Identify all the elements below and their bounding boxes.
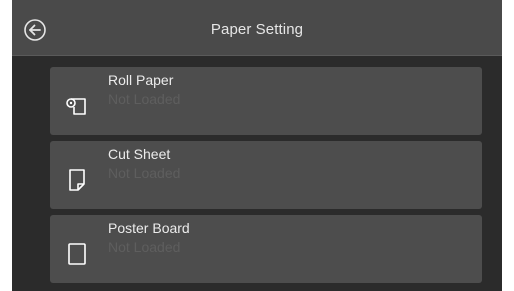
poster-board-item[interactable]: Poster Board Not Loaded	[50, 215, 482, 283]
roll-paper-item[interactable]: Roll Paper Not Loaded	[50, 67, 482, 135]
screen: Paper Setting Roll Paper Not Loaded Cut …	[12, 0, 502, 291]
poster-board-icon	[66, 242, 88, 266]
item-label: Roll Paper	[108, 72, 174, 88]
cut-sheet-icon	[66, 168, 88, 192]
header-bar: Paper Setting	[12, 0, 502, 56]
page-title: Paper Setting	[210, 21, 304, 38]
item-status: Not Loaded	[108, 239, 181, 255]
roll-paper-icon	[66, 94, 88, 118]
cut-sheet-item[interactable]: Cut Sheet Not Loaded	[50, 141, 482, 209]
item-label: Poster Board	[108, 220, 190, 236]
item-status: Not Loaded	[108, 91, 181, 107]
item-status: Not Loaded	[108, 165, 181, 181]
item-label: Cut Sheet	[108, 146, 171, 162]
